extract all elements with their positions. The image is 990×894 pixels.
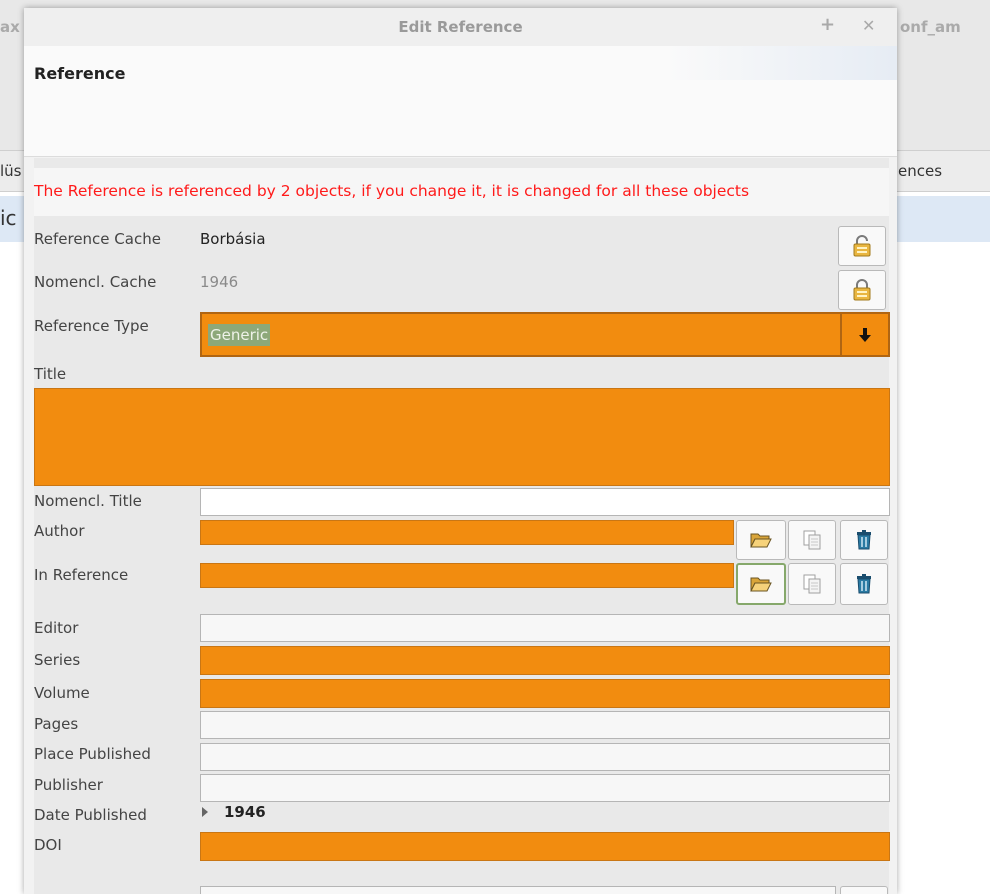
in-reference-label: In Reference [34, 566, 129, 584]
trash-icon [857, 530, 871, 550]
copy-icon [803, 574, 821, 594]
next-field-partial[interactable] [200, 886, 836, 894]
date-published-label: Date Published [34, 806, 147, 824]
section-title: Reference [34, 64, 126, 83]
reference-type-label: Reference Type [34, 317, 149, 335]
edit-reference-dialog: Edit Reference + ✕ Reference The Referen… [24, 8, 897, 894]
place-published-label: Place Published [34, 745, 151, 763]
maximize-icon[interactable]: + [820, 14, 835, 35]
volume-label: Volume [34, 684, 90, 702]
nomencl-cache-value[interactable]: 1946 [200, 273, 238, 291]
publisher-label: Publisher [34, 776, 103, 794]
title-field[interactable] [34, 388, 890, 486]
reference-type-dropdown-button[interactable] [840, 314, 888, 355]
reference-cache-label: Reference Cache [34, 230, 161, 248]
nomencl-cache-lock-button[interactable] [838, 270, 886, 310]
background-tab-text: ax [0, 18, 20, 36]
author-delete-button[interactable] [840, 520, 888, 560]
publisher-field[interactable] [200, 774, 890, 802]
warning-message: The Reference is referenced by 2 objects… [34, 168, 889, 216]
in-reference-delete-button[interactable] [840, 563, 888, 605]
folder-open-icon [750, 577, 772, 592]
place-published-field[interactable] [200, 743, 890, 771]
folder-open-icon [750, 533, 772, 548]
series-field[interactable] [200, 646, 890, 675]
doi-field[interactable] [200, 832, 890, 861]
trash-icon [857, 574, 871, 594]
next-field-button-partial[interactable] [840, 886, 888, 894]
doi-label: DOI [34, 836, 62, 854]
in-reference-field[interactable] [200, 563, 734, 588]
author-open-button[interactable] [736, 520, 786, 560]
lock-icon [853, 279, 871, 301]
date-published-expand-icon[interactable] [202, 807, 208, 817]
reference-cache-lock-button[interactable] [838, 226, 886, 266]
in-reference-open-button[interactable] [736, 563, 786, 605]
reference-cache-value[interactable]: Borbásia [200, 230, 266, 248]
nomencl-title-field[interactable] [200, 488, 890, 516]
background-column-header-right: ences [898, 162, 943, 180]
in-reference-copy-button[interactable] [788, 563, 836, 605]
nomencl-cache-label: Nomencl. Cache [34, 273, 157, 291]
pages-field[interactable] [200, 711, 890, 739]
background-column-header: lüs [0, 162, 22, 180]
volume-field[interactable] [200, 679, 890, 708]
reference-type-combo[interactable]: Generic [200, 312, 890, 357]
lock-open-icon [853, 235, 871, 257]
copy-icon [803, 530, 821, 550]
author-label: Author [34, 522, 85, 540]
arrow-down-icon [859, 327, 871, 342]
editor-label: Editor [34, 619, 79, 637]
title-label: Title [34, 365, 67, 383]
date-published-value[interactable]: 1946 [224, 803, 266, 821]
background-row-text: ic [0, 206, 17, 230]
pages-label: Pages [34, 715, 79, 733]
close-icon[interactable]: ✕ [862, 16, 875, 35]
nomencl-title-label: Nomencl. Title [34, 492, 142, 510]
dialog-titlebar[interactable]: Edit Reference + ✕ [24, 8, 897, 46]
reference-type-selected: Generic [208, 324, 271, 346]
reference-form: The Reference is referenced by 2 objects… [34, 158, 890, 894]
background-tab-text-right: onf_am [900, 18, 961, 36]
warning-text: The Reference is referenced by 2 objects… [34, 182, 750, 200]
header-decoration [665, 46, 897, 80]
editor-field[interactable] [200, 614, 890, 642]
dialog-title: Edit Reference [398, 18, 523, 36]
dialog-header: Reference [24, 46, 897, 157]
author-field[interactable] [200, 520, 734, 545]
author-copy-button[interactable] [788, 520, 836, 560]
series-label: Series [34, 651, 81, 669]
